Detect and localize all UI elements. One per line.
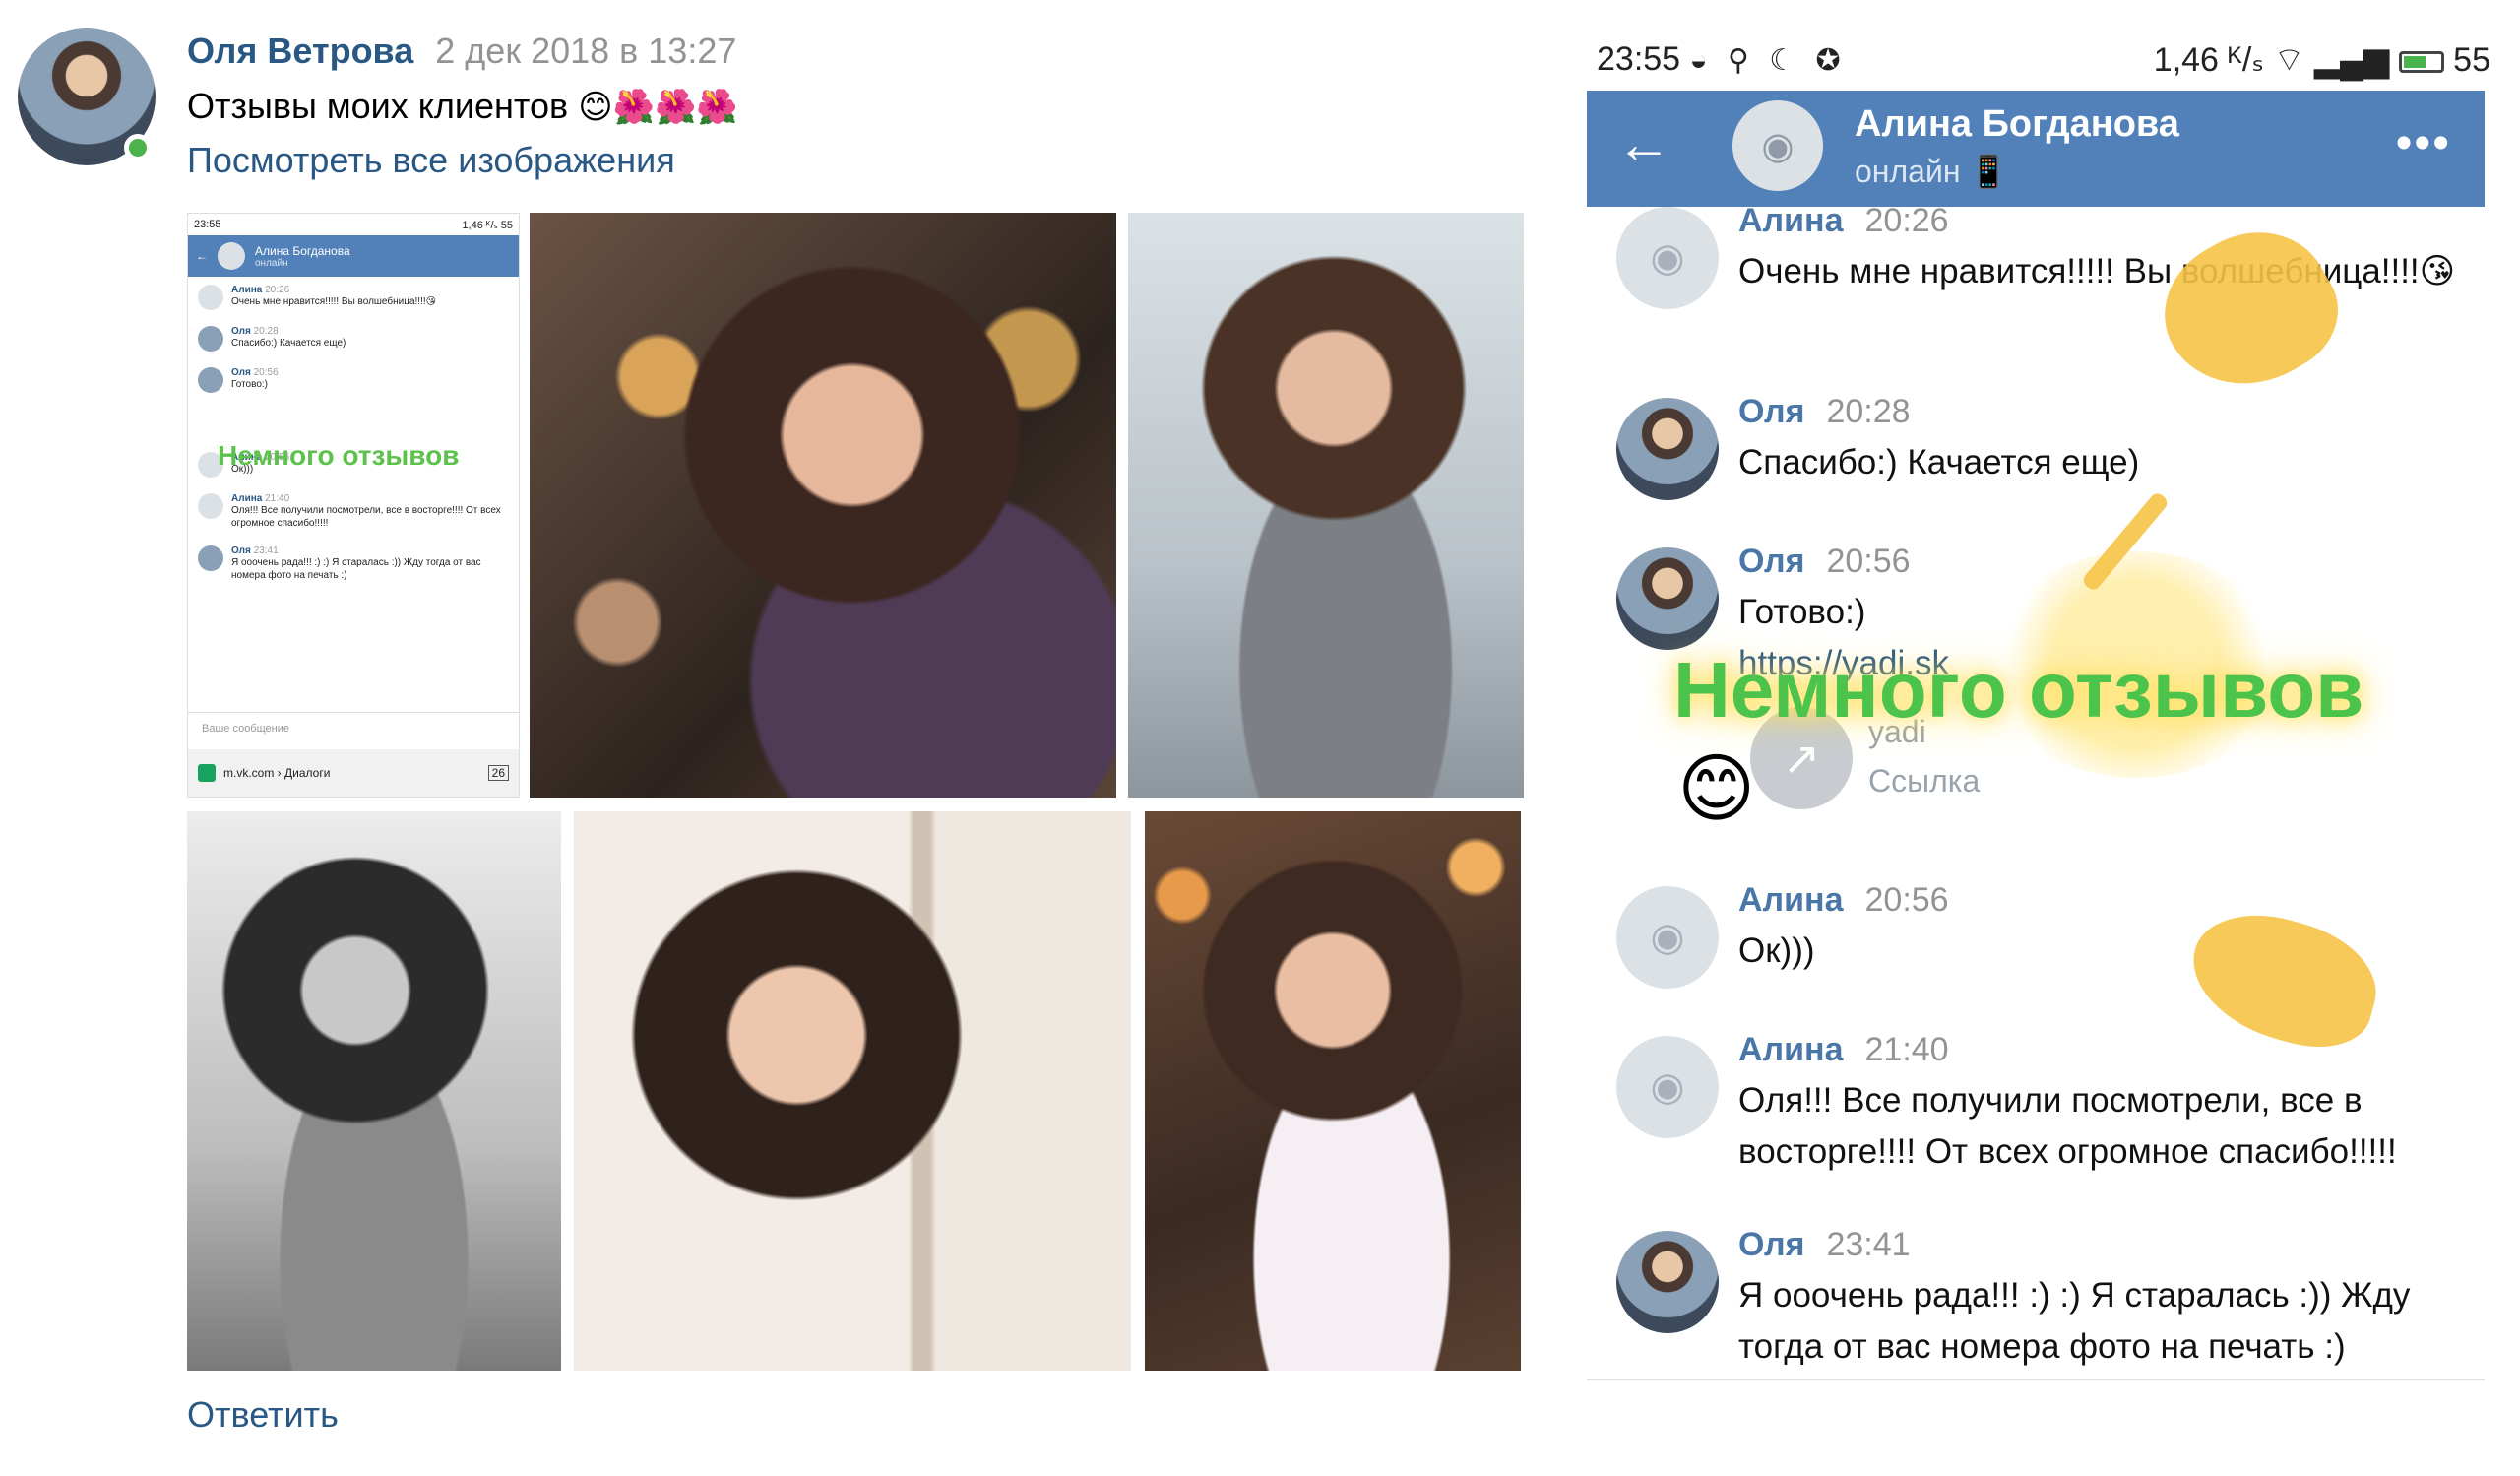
overlay-caption: Немного отзывов xyxy=(1673,646,2364,734)
message-text: Ок))) xyxy=(1738,931,1815,970)
mini-status-bar: 23:55 1,46 ᴷ/ₛ 55 xyxy=(188,214,519,235)
signal-icon: ▂▄▆ xyxy=(2313,40,2390,79)
message-text: Оля!!! Все получили посмотрели, все в во… xyxy=(1738,1081,2397,1171)
mini-overlay-text: Немного отзывов xyxy=(218,440,460,471)
camera-icon: ◉ xyxy=(1650,1065,1685,1109)
post-emojis: 😊🌺🌺🌺 xyxy=(578,89,738,126)
wifi-icon: ⌔ xyxy=(2273,40,2305,79)
mini-message: Алина 21:40 Оля!!! Все получили посмотрел… xyxy=(188,485,519,538)
message-time: 20:56 xyxy=(1826,543,1911,580)
mini-message: Оля 20:28 Спасибо:) Качается еще) xyxy=(188,318,519,359)
mini-status-time: 23:55 xyxy=(194,219,221,230)
message-author[interactable]: Алина xyxy=(1738,881,1844,919)
message-time: 20:56 xyxy=(1864,881,1949,919)
photo-4[interactable] xyxy=(187,811,561,1371)
photo-2[interactable] xyxy=(530,213,1116,798)
mini-url: m.vk.com › Диалоги xyxy=(223,766,331,780)
mini-message: Оля 20:56 Готово:) xyxy=(188,359,519,401)
camera-icon: ◉ xyxy=(1650,916,1685,959)
mini-url-bar: m.vk.com › Диалоги 26 xyxy=(188,749,519,797)
status-battery: 55 xyxy=(2453,40,2490,79)
post-header: Оля Ветрова 2 дек 2018 в 13:27 xyxy=(187,30,736,73)
mini-lock-icon xyxy=(198,764,216,782)
post-text-body: Отзывы моих клиентов xyxy=(187,86,569,126)
author-name[interactable]: Оля Ветрова xyxy=(187,31,413,71)
battery-icon xyxy=(2398,50,2444,73)
online-indicator xyxy=(124,134,152,161)
smile-emoji: 😊 xyxy=(1677,747,1756,831)
message-author[interactable]: Оля xyxy=(1738,543,1804,580)
status-time: 23:55 xyxy=(1597,39,1681,78)
mini-message: Алина 20:26 Очень мне нравится!!!!! Вы во… xyxy=(188,277,519,318)
message-text: Очень мне нравится!!!!! Вы волшебница!!!… xyxy=(1738,252,2456,290)
more-options-icon[interactable]: ••• xyxy=(2396,116,2451,171)
photo-5[interactable] xyxy=(574,811,1131,1371)
message-time: 20:28 xyxy=(1826,393,1911,430)
camera-icon: ◉ xyxy=(1761,125,1795,167)
post-date[interactable]: 2 дек 2018 в 13:27 xyxy=(435,31,736,71)
status-icons: ◒ ⚲ ☾ ✪ xyxy=(1689,43,1847,77)
message-avatar xyxy=(1616,1231,1719,1333)
post-text: Отзывы моих клиентов 😊🌺🌺🌺 xyxy=(187,83,738,131)
attachment-subtitle: Ссылка xyxy=(1868,763,1981,799)
message-avatar xyxy=(1616,547,1719,650)
photo-6[interactable] xyxy=(1145,811,1521,1371)
mini-contact-name: Алина Богданова xyxy=(255,243,350,258)
mini-tabs-count: 26 xyxy=(487,765,509,781)
message-avatar: ◉ xyxy=(1616,886,1719,989)
chat-header: ← ◉ Алина Богданова онлайн 📱 ••• xyxy=(1587,91,2485,207)
back-arrow-icon[interactable]: ← xyxy=(1616,114,1671,173)
mini-contact-avatar xyxy=(218,242,245,270)
contact-status: онлайн 📱 xyxy=(1855,154,2009,189)
camera-icon: ◉ xyxy=(1650,236,1685,280)
photo-3[interactable] xyxy=(1128,213,1524,798)
phone-status-bar: 23:55 ◒ ⚲ ☾ ✪ 1,46 ᴷ/ₛ ⌔ ▂▄▆ 55 xyxy=(1597,35,2490,83)
message-text: Я ооочень рада!!! :) :) Я старалась :)) … xyxy=(1738,1276,2411,1366)
message-author[interactable]: Оля xyxy=(1738,393,1804,430)
message-time: 23:41 xyxy=(1826,1226,1911,1263)
message-author[interactable]: Оля xyxy=(1738,1226,1804,1263)
reply-link[interactable]: Ответить xyxy=(187,1392,339,1438)
status-speed: 1,46 ᴷ/ₛ xyxy=(2153,40,2264,79)
message-avatar: ◉ xyxy=(1616,207,1719,309)
message-author[interactable]: Алина xyxy=(1738,202,1844,239)
mini-contact-status: онлайн xyxy=(255,257,288,269)
message-time: 21:40 xyxy=(1864,1031,1949,1068)
mini-message: Оля 23:41 Я ооочень рада!!! :) :) Я стара… xyxy=(188,538,519,590)
message-avatar: ◉ xyxy=(1616,1036,1719,1138)
message-avatar xyxy=(1616,398,1719,500)
author-avatar[interactable] xyxy=(18,28,156,165)
photo-chat-screenshot[interactable]: 23:55 1,46 ᴷ/ₛ 55 ← Алина Богданова онла… xyxy=(187,213,520,798)
mini-message-input: Ваше сообщение xyxy=(188,712,519,747)
mini-chat-header: ← Алина Богданова онлайн xyxy=(188,235,519,277)
message-time: 20:26 xyxy=(1864,202,1949,239)
message-text: Спасибо:) Качается еще) xyxy=(1738,443,2140,481)
mini-back-icon: ← xyxy=(196,249,208,263)
contact-avatar[interactable]: ◉ xyxy=(1732,100,1823,191)
mini-status-right: 1,46 ᴷ/ₛ 55 xyxy=(462,219,513,231)
contact-name[interactable]: Алина Богданова xyxy=(1855,98,2179,150)
message-author[interactable]: Алина xyxy=(1738,1031,1844,1068)
show-all-images-link[interactable]: Посмотреть все изображения xyxy=(187,138,675,183)
